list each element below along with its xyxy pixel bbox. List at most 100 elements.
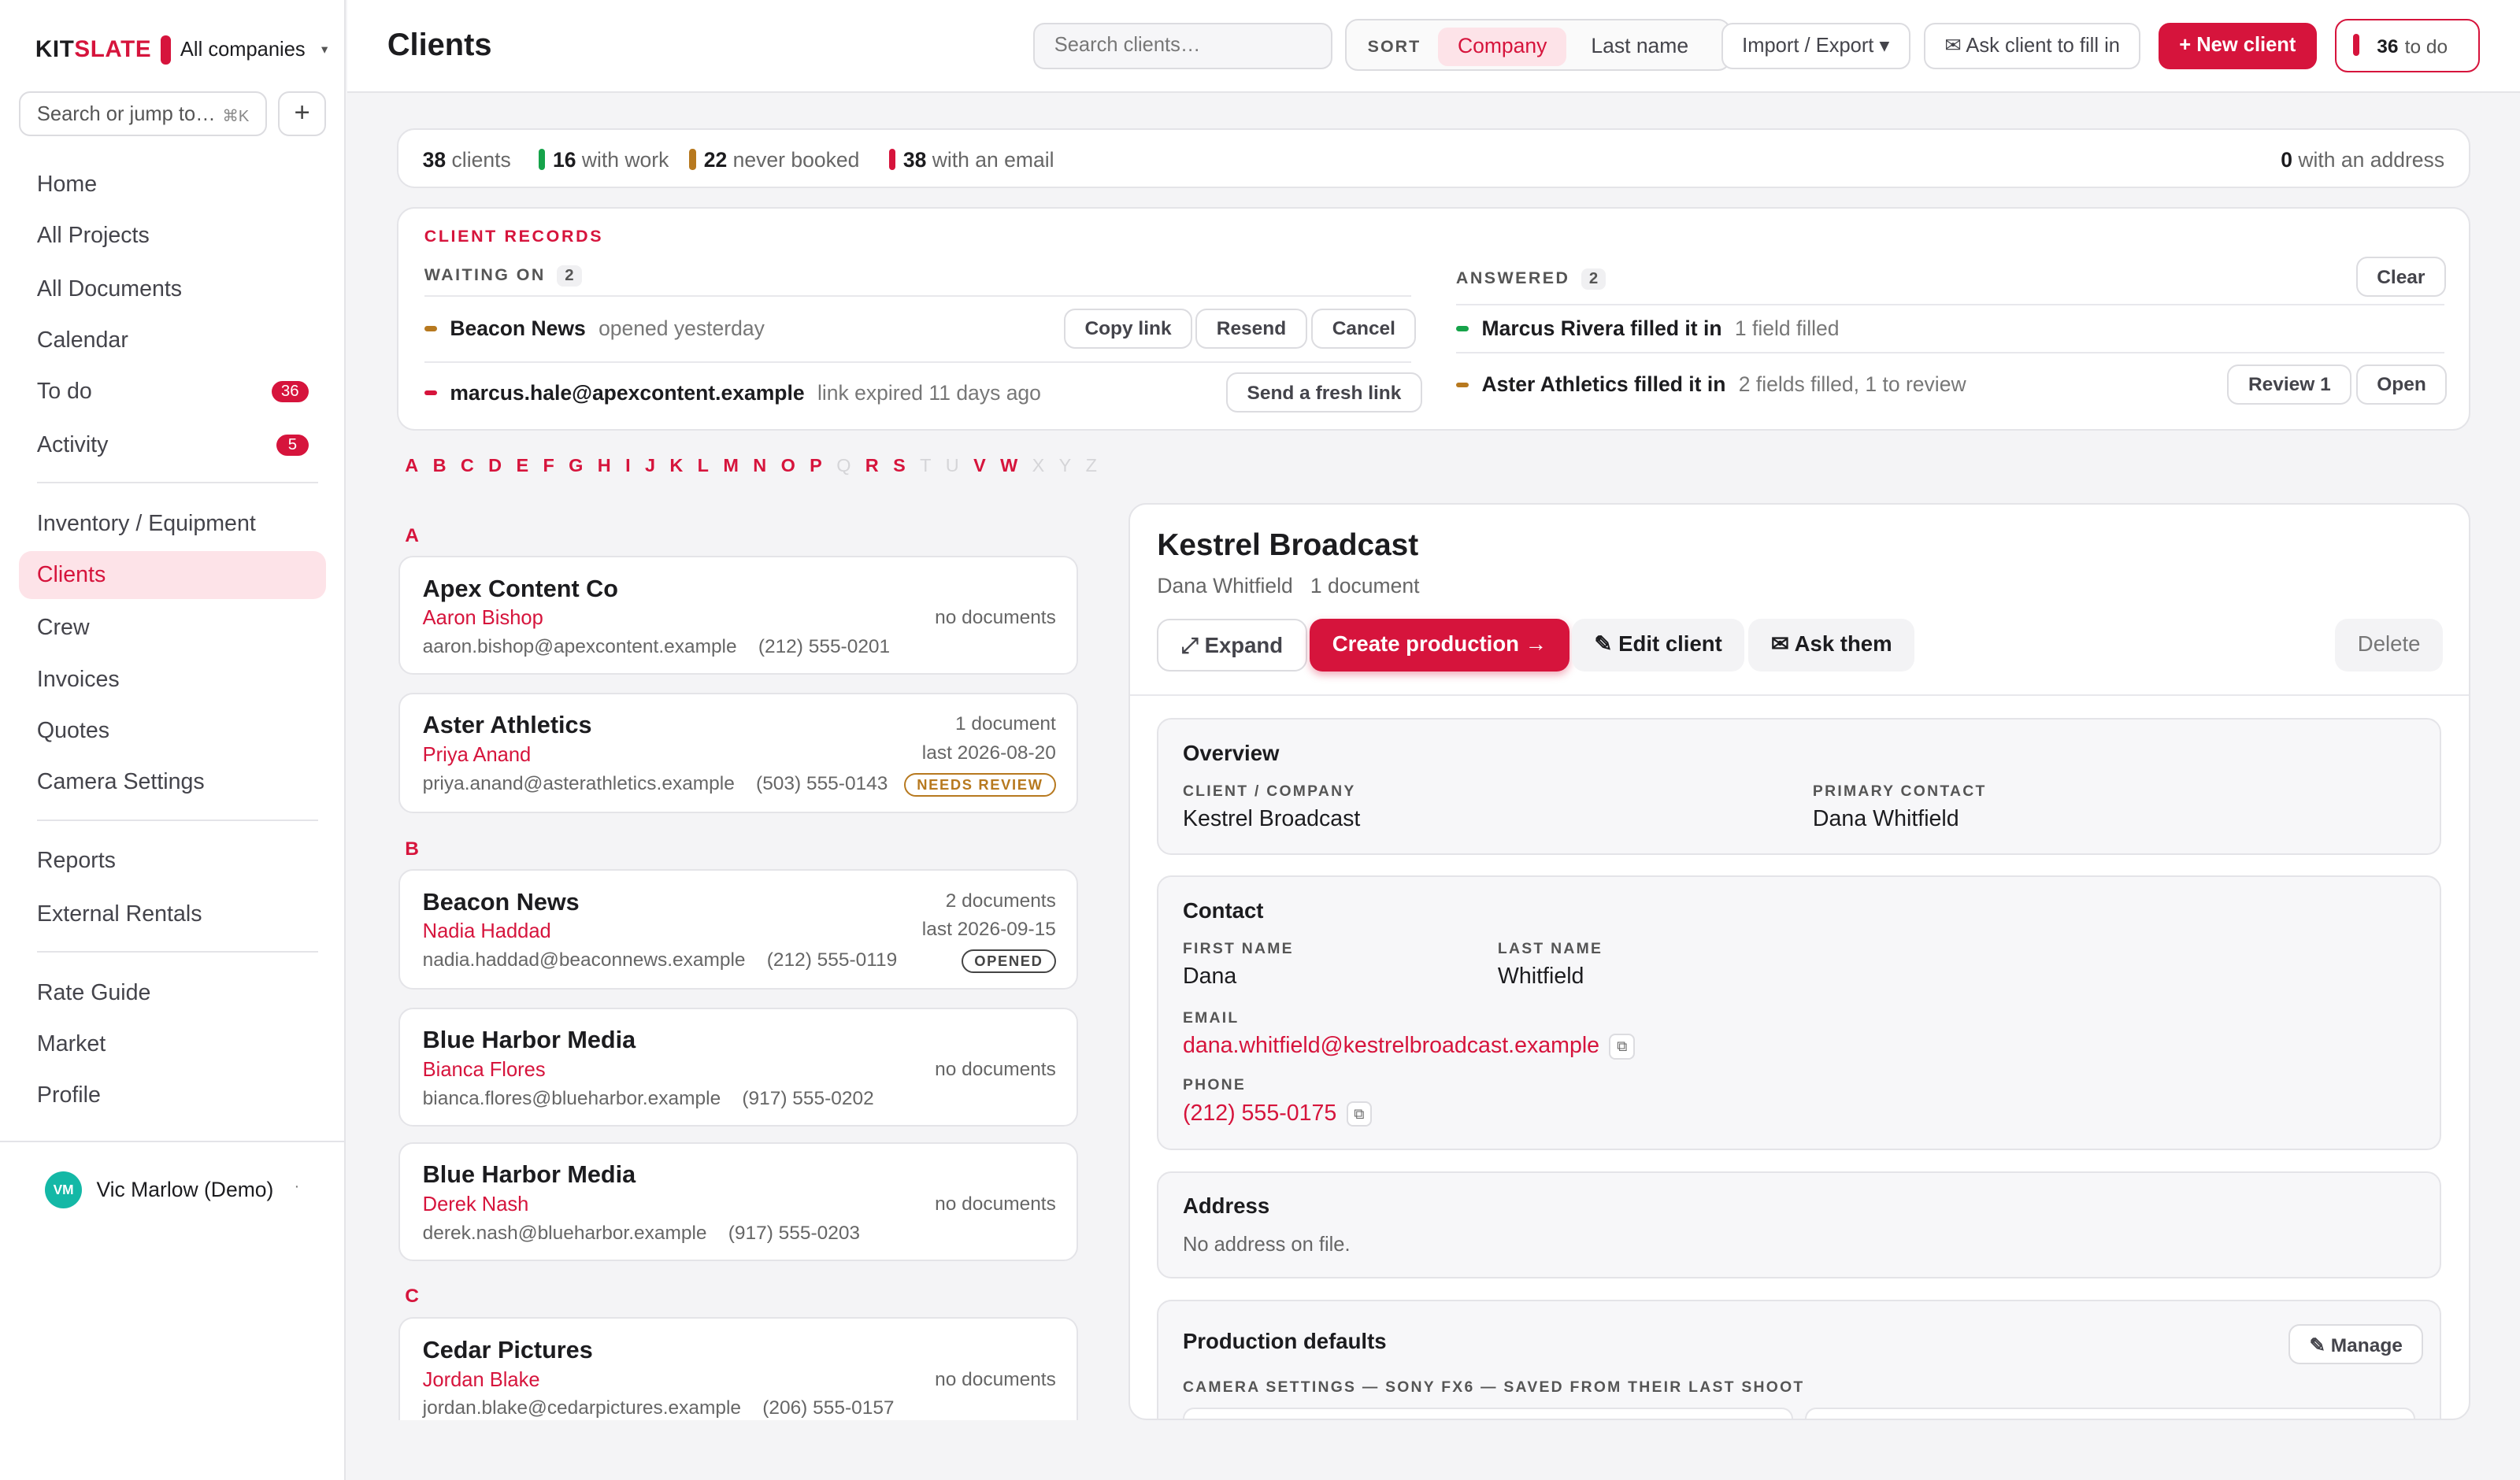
sidebar-item-clients[interactable]: Clients — [19, 550, 327, 600]
company-value: Kestrel Broadcast — [1182, 806, 1361, 832]
jump-search-input[interactable]: Search or jump to… ⌘K — [19, 91, 267, 137]
letter-j[interactable]: J — [645, 455, 655, 476]
sidebar-item-camera-settings[interactable]: Camera Settings — [19, 758, 326, 806]
client-name: Beacon News — [422, 888, 580, 916]
sidebar-item-profile[interactable]: Profile — [19, 1071, 326, 1119]
company-color-marker — [161, 35, 171, 65]
sidebar-item-calendar[interactable]: Calendar — [19, 316, 326, 364]
page-title: Clients — [387, 27, 492, 62]
copy-link-button[interactable]: Copy link — [1063, 308, 1193, 349]
review-button[interactable]: Review 1 — [2227, 364, 2352, 405]
letter-f[interactable]: F — [543, 455, 554, 476]
client-card[interactable]: Blue Harbor Media Derek Nash derek.nash@… — [398, 1142, 1079, 1262]
letter-r[interactable]: R — [865, 455, 879, 476]
sidebar-item-label: All Documents — [36, 276, 183, 302]
phone-value[interactable]: (212) 555-0175 ⧉ — [1183, 1101, 1373, 1127]
open-button[interactable]: Open — [2355, 364, 2448, 405]
manage-button[interactable]: ✎ Manage — [2288, 1323, 2424, 1364]
letter-n[interactable]: N — [753, 455, 766, 476]
sidebar-item-reports[interactable]: Reports — [19, 837, 326, 885]
stat-with-work[interactable]: 16 with work — [538, 148, 669, 172]
ask-them-button[interactable]: ✉ Ask them — [1748, 618, 1915, 672]
letter-g[interactable]: G — [569, 455, 583, 476]
client-email-phone: derek.nash@blueharbor.example (917) 555-… — [422, 1222, 861, 1244]
letter-a[interactable]: A — [405, 455, 418, 476]
client-card[interactable]: Cedar Pictures Jordan Blake jordan.blake… — [398, 1317, 1079, 1421]
import-export-button[interactable]: Import / Export ▾ — [1721, 22, 1910, 69]
new-client-button[interactable]: + New client — [2158, 22, 2317, 69]
sidebar-item-inventory[interactable]: Inventory / Equipment — [19, 500, 326, 548]
delete-button[interactable]: Delete — [2335, 618, 2443, 672]
stat-never-booked[interactable]: 22 never booked — [689, 148, 859, 172]
add-button[interactable]: + — [278, 91, 327, 137]
sidebar-item-external-rentals[interactable]: External Rentals — [19, 890, 326, 938]
client-card[interactable]: Beacon News Nadia Haddad nadia.haddad@be… — [398, 869, 1079, 990]
letter-p[interactable]: P — [810, 455, 822, 476]
sidebar-item-crew[interactable]: Crew — [19, 604, 326, 652]
stat-clients[interactable]: 38 clients — [423, 148, 511, 172]
client-card[interactable]: Blue Harbor Media Bianca Flores bianca.f… — [398, 1007, 1079, 1127]
client-card[interactable]: Aster Athletics Priya Anand priya.anand@… — [398, 692, 1079, 813]
client-last-date: last 2026-09-15 — [921, 919, 1056, 941]
sidebar-item-todo[interactable]: To do 36 — [19, 368, 326, 416]
send-fresh-link-button[interactable]: Send a fresh link — [1226, 372, 1422, 413]
sidebar: KITSLATE All companies ▾ Search or jump … — [0, 0, 346, 1480]
primary-contact-value: Dana Whitfield — [1812, 806, 1959, 832]
ask-client-button[interactable]: ✉ Ask client to fill in — [1923, 22, 2141, 69]
sidebar-item-all-documents[interactable]: All Documents — [19, 265, 326, 313]
clear-button[interactable]: Clear — [2355, 257, 2446, 298]
sidebar-item-activity[interactable]: Activity 5 — [19, 421, 326, 469]
copy-icon[interactable]: ⧉ — [1609, 1034, 1635, 1060]
letter-d[interactable]: D — [488, 455, 502, 476]
company-switcher[interactable]: All companies — [180, 39, 306, 61]
sort-last-name-button[interactable]: Last name — [1572, 28, 1708, 66]
letter-e[interactable]: E — [516, 455, 528, 476]
sort-company-button[interactable]: Company — [1438, 27, 1566, 66]
letter-m[interactable]: M — [723, 455, 739, 476]
email-value[interactable]: dana.whitfield@kestrelbroadcast.example ⧉ — [1183, 1033, 1635, 1060]
stat-with-email[interactable]: 38 with an email — [888, 148, 1054, 172]
sidebar-item-all-projects[interactable]: All Projects — [19, 212, 326, 260]
expand-button[interactable]: ⤢ Expand — [1157, 618, 1307, 672]
letter-v[interactable]: V — [973, 455, 986, 476]
more-icon[interactable]: · — [294, 1178, 299, 1196]
letter-c[interactable]: C — [461, 455, 474, 476]
client-docs: no documents — [935, 1058, 1056, 1080]
resend-button[interactable]: Resend — [1195, 308, 1307, 349]
sidebar-item-home[interactable]: Home — [19, 161, 326, 209]
waiting-row: marcus.hale@apexcontent.example link expi… — [424, 381, 1041, 405]
letter-o[interactable]: O — [781, 455, 795, 476]
client-docs: no documents — [935, 1193, 1056, 1215]
sidebar-item-market[interactable]: Market — [19, 1020, 326, 1068]
sidebar-item-invoices[interactable]: Invoices — [19, 656, 326, 704]
letter-w[interactable]: W — [1000, 455, 1017, 476]
stats-bar: 38 clients 16 with work 22 never booked … — [397, 128, 2470, 188]
divider — [1455, 303, 2444, 305]
sidebar-item-rate-guide[interactable]: Rate Guide — [19, 969, 326, 1017]
client-card[interactable]: Apex Content Co Aaron Bishop aaron.bisho… — [398, 556, 1079, 675]
address-empty: No address on file. — [1182, 1234, 1351, 1256]
todo-count: 36 — [2377, 36, 2399, 58]
red-marker — [424, 390, 438, 396]
brand[interactable]: KITSLATE All companies ▾ — [35, 35, 328, 65]
chevron-down-icon[interactable]: ▾ — [321, 42, 328, 57]
letter-l[interactable]: L — [698, 455, 709, 476]
letter-k[interactable]: K — [669, 455, 683, 476]
todo-button[interactable]: 36 to do — [2335, 19, 2480, 72]
search-input[interactable]: Search clients… — [1033, 22, 1332, 69]
letter-h[interactable]: H — [598, 455, 611, 476]
letter-s[interactable]: S — [893, 455, 906, 476]
logo: KITSLATE — [35, 36, 152, 63]
top-bar: Clients Search clients… SORT Company Las… — [346, 0, 2520, 94]
client-docs: no documents — [935, 607, 1056, 629]
create-production-button[interactable]: Create production → — [1310, 618, 1569, 672]
edit-client-button[interactable]: ✎ Edit client — [1571, 618, 1745, 672]
sidebar-item-quotes[interactable]: Quotes — [19, 707, 326, 755]
copy-icon[interactable]: ⧉ — [1346, 1101, 1373, 1127]
letter-b[interactable]: B — [433, 455, 447, 476]
client-name: Blue Harbor Media — [422, 1027, 636, 1054]
letter-i[interactable]: I — [625, 455, 631, 476]
client-last-date: last 2026-08-20 — [921, 742, 1056, 764]
cancel-button[interactable]: Cancel — [1311, 308, 1417, 349]
stat-with-address[interactable]: 0 with an address — [2281, 148, 2444, 172]
